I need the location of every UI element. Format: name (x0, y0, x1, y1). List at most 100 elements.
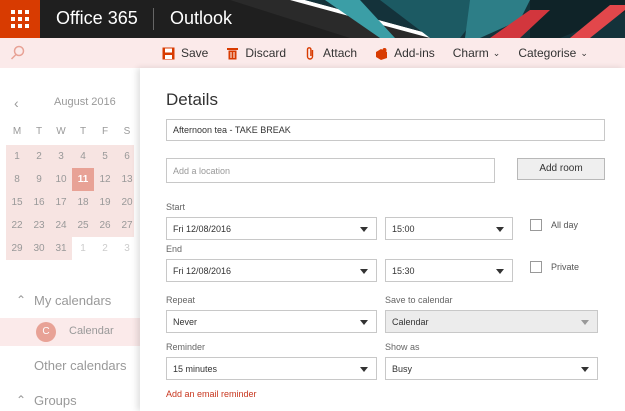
chevron-up-icon: ⌃ (16, 393, 27, 407)
calendar-day[interactable]: 31 (50, 237, 72, 260)
calendar-day[interactable]: 12 (94, 168, 116, 191)
attach-button[interactable]: Attach (304, 46, 357, 60)
calendar-day[interactable]: 1 (6, 145, 28, 168)
calendar-day[interactable]: 4 (72, 145, 94, 168)
calendar-day[interactable]: 15 (6, 191, 28, 214)
end-time-select[interactable]: 15:30 (385, 259, 513, 282)
app-name[interactable]: Outlook (170, 8, 232, 29)
start-time-select[interactable]: 15:00 (385, 217, 513, 240)
weekday-label: F (101, 125, 109, 137)
add-room-button[interactable]: Add room (517, 158, 605, 180)
header-banner-art (230, 0, 625, 38)
chevron-up-icon: ⌃ (16, 293, 27, 307)
discard-icon (227, 47, 239, 59)
end-label: End (166, 244, 183, 254)
all-day-checkbox[interactable] (530, 219, 542, 231)
save-to-calendar-select[interactable]: Calendar (385, 310, 598, 333)
weekday-header: M T W T F S (6, 123, 134, 139)
groups-section[interactable]: ⌃ Groups (0, 388, 140, 411)
reminder-select[interactable]: 15 minutes (166, 357, 377, 380)
calendar-day[interactable]: 29 (6, 237, 28, 260)
my-calendars-label: My calendars (34, 293, 112, 308)
start-date-value: Fri 12/08/2016 (173, 223, 232, 234)
month-label[interactable]: August 2016 (54, 96, 116, 108)
private-checkbox[interactable] (530, 261, 542, 273)
attach-label: Attach (323, 46, 358, 60)
weekday-label: S (123, 125, 131, 137)
app-launcher-icon[interactable] (0, 0, 40, 38)
start-label: Start (166, 202, 186, 212)
calendar-day[interactable]: 17 (50, 191, 72, 214)
calendar-week: 29 30 31 1 2 3 (6, 237, 134, 260)
calendar-day[interactable]: 30 (28, 237, 50, 260)
chevron-down-icon (581, 319, 589, 325)
location-input[interactable]: Add a location (166, 158, 495, 183)
calendar-day[interactable]: 3 (50, 145, 72, 168)
start-time-value: 15:00 (392, 223, 415, 234)
save-to-calendar-label: Save to calendar (385, 295, 453, 305)
calendar-day[interactable]: 23 (28, 214, 50, 237)
calendar-day[interactable]: 10 (50, 168, 72, 191)
toolbar: Save Discard Attach Add-ins Charm ⌄ Cate… (140, 38, 625, 68)
start-date-select[interactable]: Fri 12/08/2016 (166, 217, 377, 240)
calendar-list-item[interactable]: C Calendar (0, 318, 140, 346)
add-email-reminder-link[interactable]: Add an email reminder (166, 389, 257, 399)
search-icon[interactable] (10, 45, 26, 61)
calendar-day[interactable]: 6 (116, 145, 138, 168)
discard-label: Discard (245, 46, 287, 60)
calendar-day[interactable]: 22 (6, 214, 28, 237)
calendar-week: 8 9 10 11 12 13 (6, 168, 134, 191)
weekday-label: M (12, 125, 22, 137)
my-calendars-section[interactable]: ⌃ My calendars (0, 288, 140, 314)
show-as-select[interactable]: Busy (385, 357, 598, 380)
calendar-day[interactable]: 24 (50, 214, 72, 237)
event-details-panel: Details Afternoon tea - TAKE BREAK Add a… (140, 68, 625, 411)
chevron-left-icon[interactable]: ‹ (14, 95, 19, 111)
show-as-label: Show as (385, 342, 420, 352)
left-sidebar: ‹ August 2016 M T W T F S 1 2 3 4 5 6 8 … (0, 68, 140, 411)
discard-button[interactable]: Discard (226, 46, 286, 60)
repeat-select[interactable]: Never (166, 310, 377, 333)
addins-button[interactable]: Add-ins (375, 46, 435, 60)
calendar-day[interactable]: 13 (116, 168, 138, 191)
calendar-day[interactable]: 9 (28, 168, 50, 191)
weekday-label: T (35, 125, 43, 137)
weekday-label: W (56, 125, 66, 137)
calendar-week: 1 2 3 4 5 6 (6, 145, 134, 168)
other-calendars-section[interactable]: Other calendars (0, 353, 140, 379)
chevron-down-icon (360, 226, 368, 232)
calendar-day-next-month[interactable]: 1 (72, 237, 94, 260)
avatar: C (36, 322, 56, 342)
addins-label: Add-ins (394, 46, 435, 60)
end-date-select[interactable]: Fri 12/08/2016 (166, 259, 377, 282)
repeat-label: Repeat (166, 295, 196, 305)
calendar-day-next-month[interactable]: 3 (116, 237, 138, 260)
categorise-menu[interactable]: Categorise ⌄ (518, 46, 588, 60)
save-button[interactable]: Save (162, 46, 208, 60)
charm-menu[interactable]: Charm ⌄ (453, 46, 501, 60)
calendar-day[interactable]: 27 (116, 214, 138, 237)
private-label: Private (551, 262, 580, 272)
chevron-down-icon (496, 226, 504, 232)
calendar-day[interactable]: 25 (72, 214, 94, 237)
calendar-day-next-month[interactable]: 2 (94, 237, 116, 260)
calendar-day[interactable]: 5 (94, 145, 116, 168)
calendar-day[interactable]: 26 (94, 214, 116, 237)
calendar-day[interactable]: 19 (94, 191, 116, 214)
charm-label: Charm (452, 46, 489, 60)
calendar-day[interactable]: 18 (72, 191, 94, 214)
calendar-day[interactable]: 20 (116, 191, 138, 214)
calendar-day[interactable]: 16 (28, 191, 50, 214)
reminder-value: 15 minutes (173, 363, 218, 374)
end-time-value: 15:30 (392, 265, 415, 276)
calendar-day[interactable]: 2 (28, 145, 50, 168)
chevron-down-icon (360, 319, 368, 325)
other-calendars-label: Other calendars (34, 358, 127, 373)
calendar-week: 15 16 17 18 19 20 (6, 191, 134, 214)
calendar-day[interactable]: 8 (6, 168, 28, 191)
event-title-input[interactable]: Afternoon tea - TAKE BREAK (166, 119, 605, 141)
repeat-value: Never (173, 316, 198, 327)
brand-name[interactable]: Office 365 (56, 8, 138, 29)
calendar-day-selected[interactable]: 11 (72, 168, 94, 191)
page-title: Details (166, 90, 218, 109)
